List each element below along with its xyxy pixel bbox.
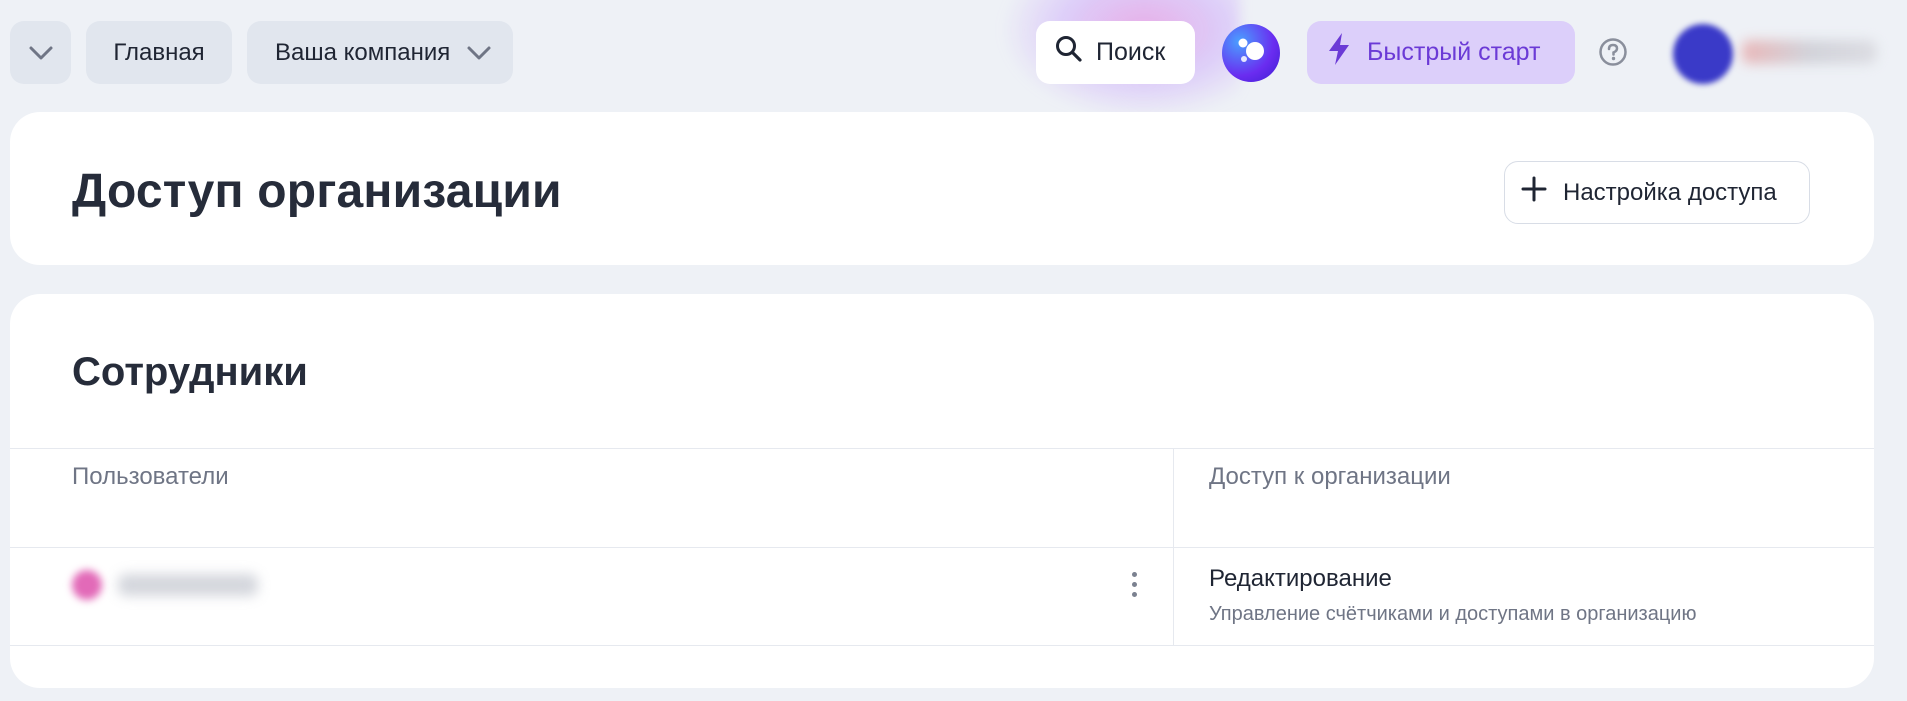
- quick-start-button[interactable]: Быстрый старт: [1307, 21, 1575, 84]
- user-login-redacted: [118, 574, 258, 596]
- column-divider: [1173, 548, 1174, 645]
- access-role: Редактирование: [1209, 565, 1392, 592]
- home-button[interactable]: Главная: [86, 21, 232, 84]
- company-dropdown[interactable]: Ваша компания: [247, 21, 513, 84]
- access-settings-label: Настройка доступа: [1563, 178, 1777, 206]
- column-header-access: Доступ к организации: [1209, 463, 1451, 490]
- help-icon[interactable]: [1598, 37, 1628, 67]
- table-row: Редактирование Управление счётчиками и д…: [10, 547, 1874, 646]
- column-divider: [1173, 449, 1174, 547]
- page-title: Доступ организации: [72, 165, 562, 218]
- collapse-menu-button[interactable]: [10, 21, 71, 84]
- search-button[interactable]: Поиск: [1036, 21, 1195, 84]
- user-name-redacted: [1742, 40, 1877, 64]
- search-icon: [1054, 34, 1084, 71]
- more-vertical-icon[interactable]: [1120, 564, 1148, 604]
- chevron-down-icon: [465, 44, 493, 62]
- title-card: Доступ организации Настройка доступа: [10, 112, 1874, 265]
- staff-table: Пользователи Доступ к организации Редакт…: [10, 448, 1874, 646]
- assistant-button[interactable]: [1222, 24, 1280, 82]
- company-dropdown-label: Ваша компания: [275, 38, 451, 66]
- quick-start-label: Быстрый старт: [1367, 38, 1541, 66]
- home-button-label: Главная: [113, 38, 205, 66]
- alice-icon: [1231, 31, 1271, 76]
- access-description: Управление счётчиками и доступами в орга…: [1209, 603, 1697, 625]
- table-header-row: Пользователи Доступ к организации: [10, 448, 1874, 547]
- top-bar: Главная Ваша компания Поиск Быстрый стар…: [0, 0, 1907, 120]
- lightning-icon: [1325, 31, 1353, 74]
- staff-card: Сотрудники Пользователи Доступ к организ…: [10, 294, 1874, 688]
- plus-icon: [1519, 174, 1549, 211]
- chevron-down-icon: [27, 44, 55, 62]
- user-avatar-redacted: [72, 570, 102, 600]
- user-avatar[interactable]: [1673, 24, 1733, 84]
- section-title: Сотрудники: [72, 350, 308, 394]
- search-button-label: Поиск: [1096, 38, 1166, 66]
- column-header-users: Пользователи: [72, 463, 229, 490]
- access-settings-button[interactable]: Настройка доступа: [1504, 161, 1810, 224]
